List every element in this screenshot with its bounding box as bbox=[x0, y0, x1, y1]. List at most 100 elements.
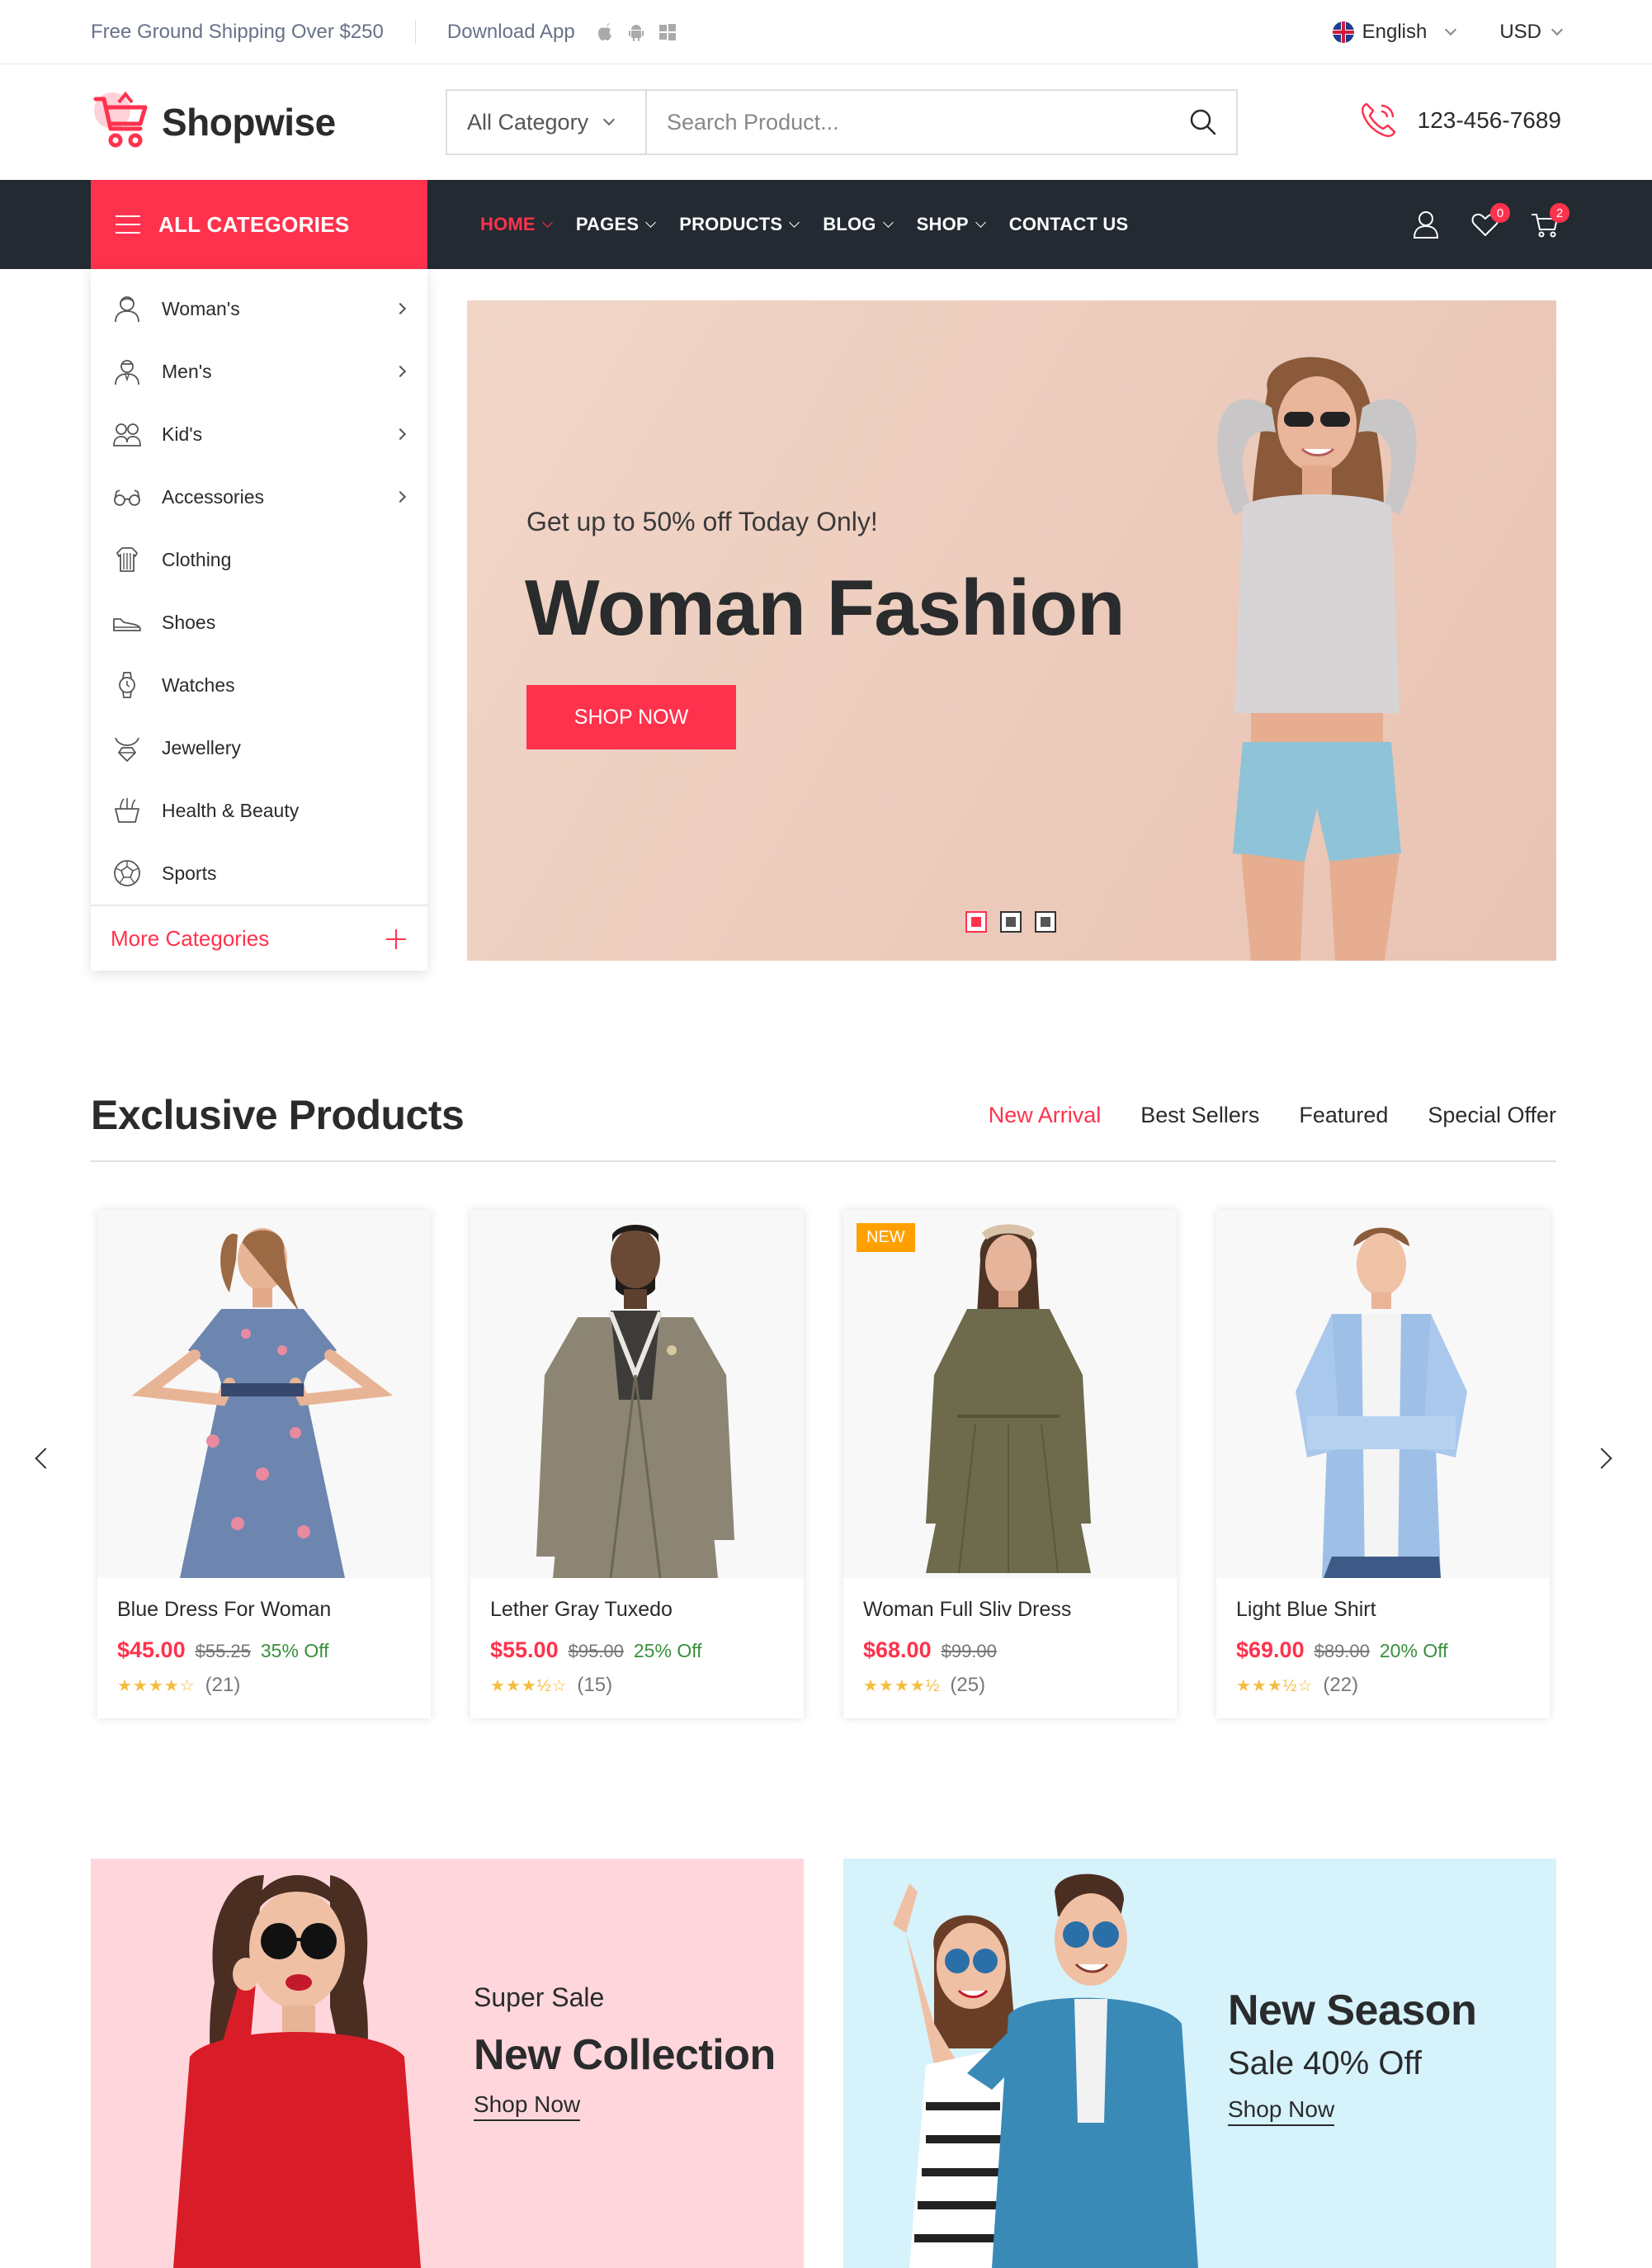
sidebar-item-label: Jewellery bbox=[162, 736, 241, 758]
phone-contact[interactable]: 123-456-7689 bbox=[1357, 99, 1561, 142]
chevron-right-icon bbox=[394, 428, 407, 441]
shop-now-link[interactable]: Shop Now bbox=[1228, 2096, 1335, 2126]
star-rating-icon: ★★★★½ bbox=[863, 1676, 941, 1695]
sidebar-item-shoes[interactable]: Shoes bbox=[91, 591, 427, 654]
menu-item-shop[interactable]: SHOP bbox=[916, 214, 986, 235]
product-image[interactable]: NEW bbox=[843, 1210, 1177, 1578]
chevron-down-icon bbox=[603, 113, 616, 126]
chevron-right-icon bbox=[394, 302, 407, 315]
product-price: $68.00 $99.00 bbox=[863, 1637, 997, 1663]
chevron-down-icon bbox=[1551, 23, 1564, 36]
search-button[interactable] bbox=[1170, 91, 1236, 154]
tab-new-arrival[interactable]: New Arrival bbox=[989, 1103, 1102, 1128]
product-name[interactable]: Blue Dress For Woman bbox=[117, 1598, 331, 1622]
menu-label: BLOG bbox=[823, 214, 876, 234]
sports-icon bbox=[114, 860, 140, 886]
product-name[interactable]: Light Blue Shirt bbox=[1236, 1598, 1376, 1622]
product-image[interactable] bbox=[470, 1210, 804, 1578]
old-price: $55.25 bbox=[195, 1641, 251, 1661]
sidebar-item-label: Woman's bbox=[162, 297, 240, 319]
slider-pagination bbox=[965, 911, 1056, 933]
top-bar-right: English USD bbox=[1332, 0, 1564, 64]
product-name[interactable]: Woman Full Sliv Dress bbox=[863, 1598, 1071, 1622]
product-card[interactable]: NEW Woman Full Sliv Dress $68.00 $99.00 … bbox=[843, 1210, 1177, 1718]
product-card[interactable]: Light Blue Shirt $69.00 $89.00 20% Off ★… bbox=[1216, 1210, 1550, 1718]
language-select[interactable]: English bbox=[1332, 21, 1457, 44]
hero-slider: Get up to 50% off Today Only! Woman Fash… bbox=[467, 300, 1556, 961]
blue-dress-image bbox=[131, 1228, 394, 1578]
product-card[interactable]: Lether Gray Tuxedo $55.00 $95.00 25% Off… bbox=[470, 1210, 804, 1718]
all-categories-label: ALL CATEGORIES bbox=[158, 211, 350, 237]
beauty-icon bbox=[115, 798, 139, 823]
tab-best-sellers[interactable]: Best Sellers bbox=[1140, 1103, 1259, 1128]
sidebar-item-jewellery[interactable]: Jewellery bbox=[91, 716, 427, 779]
product-image[interactable] bbox=[1216, 1210, 1550, 1578]
tab-featured[interactable]: Featured bbox=[1299, 1103, 1388, 1128]
all-categories-button[interactable]: ALL CATEGORIES bbox=[91, 180, 427, 269]
search-bar: All Category Search Product... bbox=[446, 89, 1238, 155]
banner-line2: New Collection bbox=[474, 2031, 776, 2079]
sidebar-item-label: Accessories bbox=[162, 485, 264, 508]
menu-item-pages[interactable]: PAGES bbox=[576, 214, 657, 235]
sidebar-item-womans[interactable]: Woman's bbox=[91, 277, 427, 340]
promo-banner-new-season[interactable]: New Season Sale 40% Off Shop Now bbox=[843, 1859, 1556, 2268]
sidebar-item-label: Sports bbox=[162, 862, 217, 884]
hero-model-image bbox=[1217, 357, 1417, 961]
banner-model-image bbox=[173, 1875, 421, 2268]
more-categories-button[interactable]: More Categories bbox=[91, 905, 427, 971]
current-price: $69.00 bbox=[1236, 1637, 1305, 1662]
banner-line2: Sale 40% Off bbox=[1228, 2045, 1422, 2081]
review-count: (25) bbox=[950, 1674, 986, 1696]
wishlist-button[interactable]: 0 bbox=[1470, 203, 1510, 239]
product-image[interactable] bbox=[97, 1210, 431, 1578]
category-select[interactable]: All Category bbox=[447, 91, 647, 154]
sidebar-item-clothing[interactable]: Clothing bbox=[91, 528, 427, 591]
sidebar-item-label: Clothing bbox=[162, 548, 232, 570]
old-price: $99.00 bbox=[941, 1641, 997, 1661]
sidebar-item-health-beauty[interactable]: Health & Beauty bbox=[91, 779, 427, 842]
chevron-right-icon bbox=[394, 365, 407, 378]
menu-item-products[interactable]: PRODUCTS bbox=[679, 214, 800, 235]
user-icon bbox=[1413, 211, 1439, 239]
main-navigation: ALL CATEGORIES HOME PAGES PRODUCTS BLOG … bbox=[0, 180, 1652, 269]
carousel-next-arrow-icon[interactable] bbox=[1591, 1448, 1612, 1469]
shop-now-button[interactable]: SHOP NOW bbox=[526, 685, 736, 749]
windows-icon[interactable] bbox=[658, 24, 676, 40]
menu-item-blog[interactable]: BLOG bbox=[823, 214, 894, 235]
shopping-cart-logo-icon bbox=[93, 91, 148, 148]
carousel-prev-arrow-icon[interactable] bbox=[35, 1448, 56, 1469]
download-app-text: Download App bbox=[446, 21, 575, 43]
menu-item-home[interactable]: HOME bbox=[480, 214, 553, 235]
chevron-down-icon bbox=[541, 216, 553, 228]
sidebar-item-watches[interactable]: Watches bbox=[91, 654, 427, 716]
sidebar-item-sports[interactable]: Sports bbox=[91, 842, 427, 905]
logo[interactable]: Shopwise bbox=[91, 91, 336, 154]
sidebar-item-kids[interactable]: Kid's bbox=[91, 403, 427, 465]
sidebar-item-accessories[interactable]: Accessories bbox=[91, 465, 427, 528]
tab-special-offer[interactable]: Special Offer bbox=[1428, 1103, 1556, 1128]
chevron-down-icon bbox=[1445, 23, 1457, 36]
top-bar: Free Ground Shipping Over $250 Download … bbox=[0, 0, 1652, 64]
slider-dot[interactable] bbox=[1000, 911, 1022, 933]
sidebar-item-mens[interactable]: Men's bbox=[91, 340, 427, 403]
more-categories-label: More Categories bbox=[111, 925, 270, 951]
sidebar-item-label: Men's bbox=[162, 360, 212, 382]
clothing-icon bbox=[116, 547, 138, 572]
language-label: English bbox=[1362, 21, 1428, 43]
android-icon[interactable] bbox=[628, 23, 644, 41]
slider-dot[interactable] bbox=[1035, 911, 1056, 933]
promo-banner-new-collection[interactable]: Super Sale New Collection Shop Now bbox=[91, 1859, 804, 2268]
menu-label: SHOP bbox=[916, 214, 969, 234]
account-button[interactable] bbox=[1411, 210, 1441, 239]
product-card[interactable]: Blue Dress For Woman $45.00 $55.25 35% O… bbox=[97, 1210, 431, 1718]
product-rating: ★★★½☆ (15) bbox=[490, 1674, 612, 1697]
search-input[interactable]: Search Product... bbox=[647, 91, 1170, 154]
product-name[interactable]: Lether Gray Tuxedo bbox=[490, 1598, 673, 1622]
apple-icon[interactable] bbox=[597, 23, 613, 41]
menu-item-contact-us[interactable]: CONTACT US bbox=[1009, 214, 1129, 235]
cart-button[interactable]: 2 bbox=[1530, 203, 1569, 239]
shop-now-link[interactable]: Shop Now bbox=[474, 2091, 581, 2121]
chevron-down-icon bbox=[882, 216, 894, 228]
slider-dot[interactable] bbox=[965, 911, 987, 933]
currency-select[interactable]: USD bbox=[1499, 21, 1564, 44]
